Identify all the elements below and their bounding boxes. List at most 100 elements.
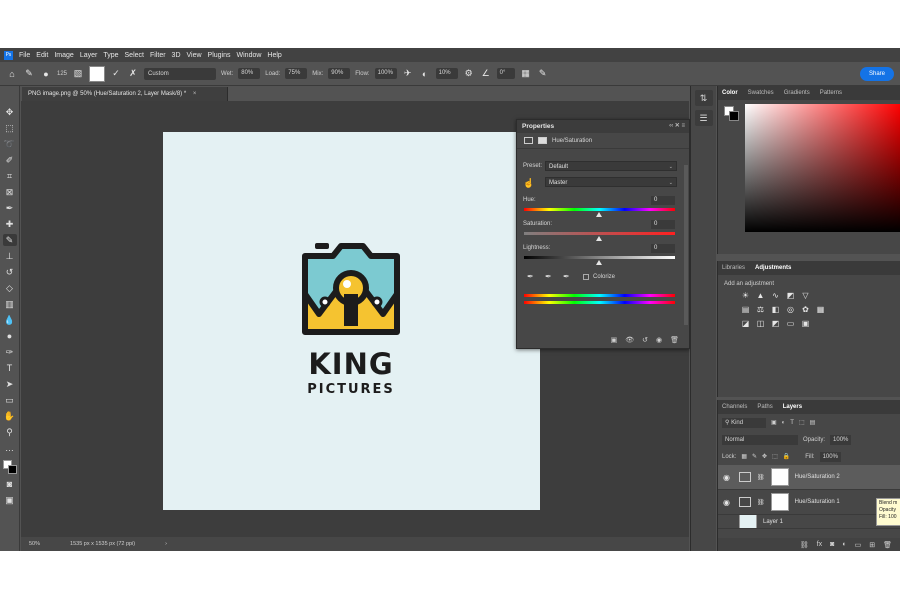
- visibility-eye-icon[interactable]: ◉: [723, 473, 733, 482]
- eyedropper-minus-icon[interactable]: ✒: [563, 272, 570, 281]
- menu-view[interactable]: View: [187, 52, 202, 59]
- share-button[interactable]: Share: [859, 67, 894, 81]
- layer-kind-filter[interactable]: ⚲ Kind: [722, 417, 766, 428]
- menu-image[interactable]: Image: [54, 52, 73, 59]
- color-lookup-icon[interactable]: ▦: [815, 305, 826, 315]
- posterize-icon[interactable]: ◫: [755, 319, 766, 329]
- gradient-map-icon[interactable]: ▭: [785, 319, 796, 329]
- pressure-icon[interactable]: ◐: [419, 69, 431, 79]
- mix-field[interactable]: 90%: [328, 68, 351, 79]
- tab-channels[interactable]: Channels: [722, 404, 747, 410]
- visibility-eye-icon[interactable]: ◉: [723, 498, 733, 507]
- clean-brush-icon[interactable]: ✗: [127, 68, 139, 79]
- document-canvas[interactable]: KING PICTURES: [163, 132, 540, 510]
- menu-select[interactable]: Select: [125, 52, 144, 59]
- curves-icon[interactable]: ∿: [770, 291, 781, 301]
- foreground-background-colors[interactable]: [2, 460, 17, 474]
- home-icon[interactable]: ⌂: [6, 69, 18, 79]
- load-brush-icon[interactable]: ✓: [110, 68, 122, 79]
- photo-filter-icon[interactable]: ◎: [785, 305, 796, 315]
- filter-adjustment-icon[interactable]: ◐: [782, 420, 786, 426]
- more-tools-icon[interactable]: …: [3, 442, 17, 454]
- dodge-tool-icon[interactable]: ●: [3, 330, 17, 342]
- lock-position-icon[interactable]: ✥: [762, 453, 767, 460]
- filter-pixel-icon[interactable]: ▣: [771, 419, 777, 426]
- zoom-tool-icon[interactable]: ⚲: [3, 426, 17, 438]
- new-group-icon[interactable]: ▭: [855, 541, 862, 549]
- blend-mode-dropdown[interactable]: Normal: [722, 434, 798, 445]
- filter-type-icon[interactable]: T: [790, 420, 794, 426]
- properties-panel-icon[interactable]: ☰: [694, 110, 713, 126]
- menu-filter[interactable]: Filter: [150, 52, 166, 59]
- history-panel-icon[interactable]: ⇅: [694, 90, 713, 106]
- airbrush-icon[interactable]: ✈: [402, 68, 414, 79]
- brush-settings-icon[interactable]: ▧: [72, 68, 84, 79]
- tab-gradients[interactable]: Gradients: [784, 90, 810, 96]
- lock-pixels-icon[interactable]: ✎: [752, 453, 757, 460]
- type-tool-icon[interactable]: T: [3, 362, 17, 374]
- channel-dropdown[interactable]: Master ⌄: [545, 177, 677, 187]
- layer-style-icon[interactable]: fx: [817, 541, 822, 548]
- opacity-field[interactable]: 100%: [830, 434, 852, 445]
- filter-smart-object-icon[interactable]: ▤: [810, 419, 816, 426]
- menu-plugins[interactable]: Plugins: [208, 52, 231, 59]
- hand-tool-icon[interactable]: ✋: [3, 410, 17, 422]
- screen-mode-icon[interactable]: ▣: [3, 494, 17, 506]
- close-icon[interactable]: ×: [193, 91, 197, 97]
- hue-saturation-icon[interactable]: ▤: [740, 305, 751, 315]
- selective-color-icon[interactable]: ▣: [800, 319, 811, 329]
- saturation-value-field[interactable]: 0: [651, 220, 675, 229]
- brush-tool-icon[interactable]: ✎: [2, 234, 17, 246]
- blend-preset-dropdown[interactable]: Custom: [144, 67, 217, 80]
- lock-all-icon[interactable]: 🔒: [783, 453, 790, 460]
- lock-transparent-icon[interactable]: ▦: [741, 453, 747, 460]
- blur-tool-icon[interactable]: 💧: [3, 314, 17, 326]
- hue-slider-thumb[interactable]: [596, 212, 602, 217]
- threshold-icon[interactable]: ◩: [770, 319, 781, 329]
- pen-tool-icon[interactable]: ✑: [3, 346, 17, 358]
- frame-tool-icon[interactable]: ⊠: [3, 186, 17, 198]
- healing-tool-icon[interactable]: ✚: [3, 218, 17, 230]
- eraser-tool-icon[interactable]: ◇: [3, 282, 17, 294]
- adjustment-layer-icon[interactable]: [524, 137, 533, 144]
- layer-row[interactable]: ◉ ⛓ Hue/Saturation 1: [718, 490, 900, 515]
- channel-mixer-icon[interactable]: ✿: [800, 305, 811, 315]
- clip-to-layer-icon[interactable]: ▣: [611, 336, 618, 344]
- stamp-tool-icon[interactable]: ⊥: [3, 250, 17, 262]
- color-picker-field[interactable]: [745, 104, 900, 232]
- pressure-size-icon[interactable]: ✎: [537, 68, 549, 79]
- flow-field[interactable]: 100%: [374, 68, 397, 79]
- delete-icon[interactable]: 🗑: [670, 336, 679, 344]
- marquee-tool-icon[interactable]: ⬚: [3, 122, 17, 134]
- layer-mask-icon[interactable]: [538, 137, 547, 144]
- menu-3d[interactable]: 3D: [172, 52, 181, 59]
- link-layers-icon[interactable]: ⛓: [800, 541, 809, 549]
- view-previous-state-icon[interactable]: 👁: [625, 336, 634, 344]
- menu-file[interactable]: File: [19, 52, 30, 59]
- history-brush-tool-icon[interactable]: ↺: [3, 266, 17, 278]
- new-layer-icon[interactable]: ⊞: [869, 541, 875, 549]
- new-adjustment-icon[interactable]: ◐: [842, 541, 846, 548]
- layer-name[interactable]: Hue/Saturation 2: [795, 474, 840, 480]
- menu-help[interactable]: Help: [267, 52, 281, 59]
- tab-adjustments[interactable]: Adjustments: [755, 265, 791, 271]
- status-menu-arrow-icon[interactable]: ›: [165, 541, 167, 547]
- gradient-tool-icon[interactable]: ▥: [3, 298, 17, 310]
- tab-color[interactable]: Color: [722, 90, 738, 96]
- panel-menu-icon[interactable]: ‹‹ ✕ ≡: [669, 120, 685, 133]
- layer-name[interactable]: Hue/Saturation 1: [795, 499, 840, 505]
- crop-tool-icon[interactable]: ⌗: [3, 170, 17, 182]
- angle-field[interactable]: 0°: [496, 68, 515, 79]
- levels-icon[interactable]: ▲: [755, 291, 766, 301]
- zoom-level[interactable]: 50%: [29, 541, 40, 547]
- tab-layers[interactable]: Layers: [783, 404, 802, 410]
- wet-field[interactable]: 80%: [238, 68, 261, 79]
- preset-dropdown[interactable]: Default ⌄: [545, 161, 677, 171]
- shape-tool-icon[interactable]: ▭: [3, 394, 17, 406]
- brightness-contrast-icon[interactable]: ☀: [740, 291, 751, 301]
- saturation-slider-thumb[interactable]: [596, 236, 602, 241]
- hue-slider-track[interactable]: [524, 208, 675, 211]
- lightness-slider-thumb[interactable]: [596, 260, 602, 265]
- document-tab[interactable]: PNG image.png @ 50% (Hue/Saturation 2, L…: [22, 87, 228, 101]
- menu-edit[interactable]: Edit: [36, 52, 48, 59]
